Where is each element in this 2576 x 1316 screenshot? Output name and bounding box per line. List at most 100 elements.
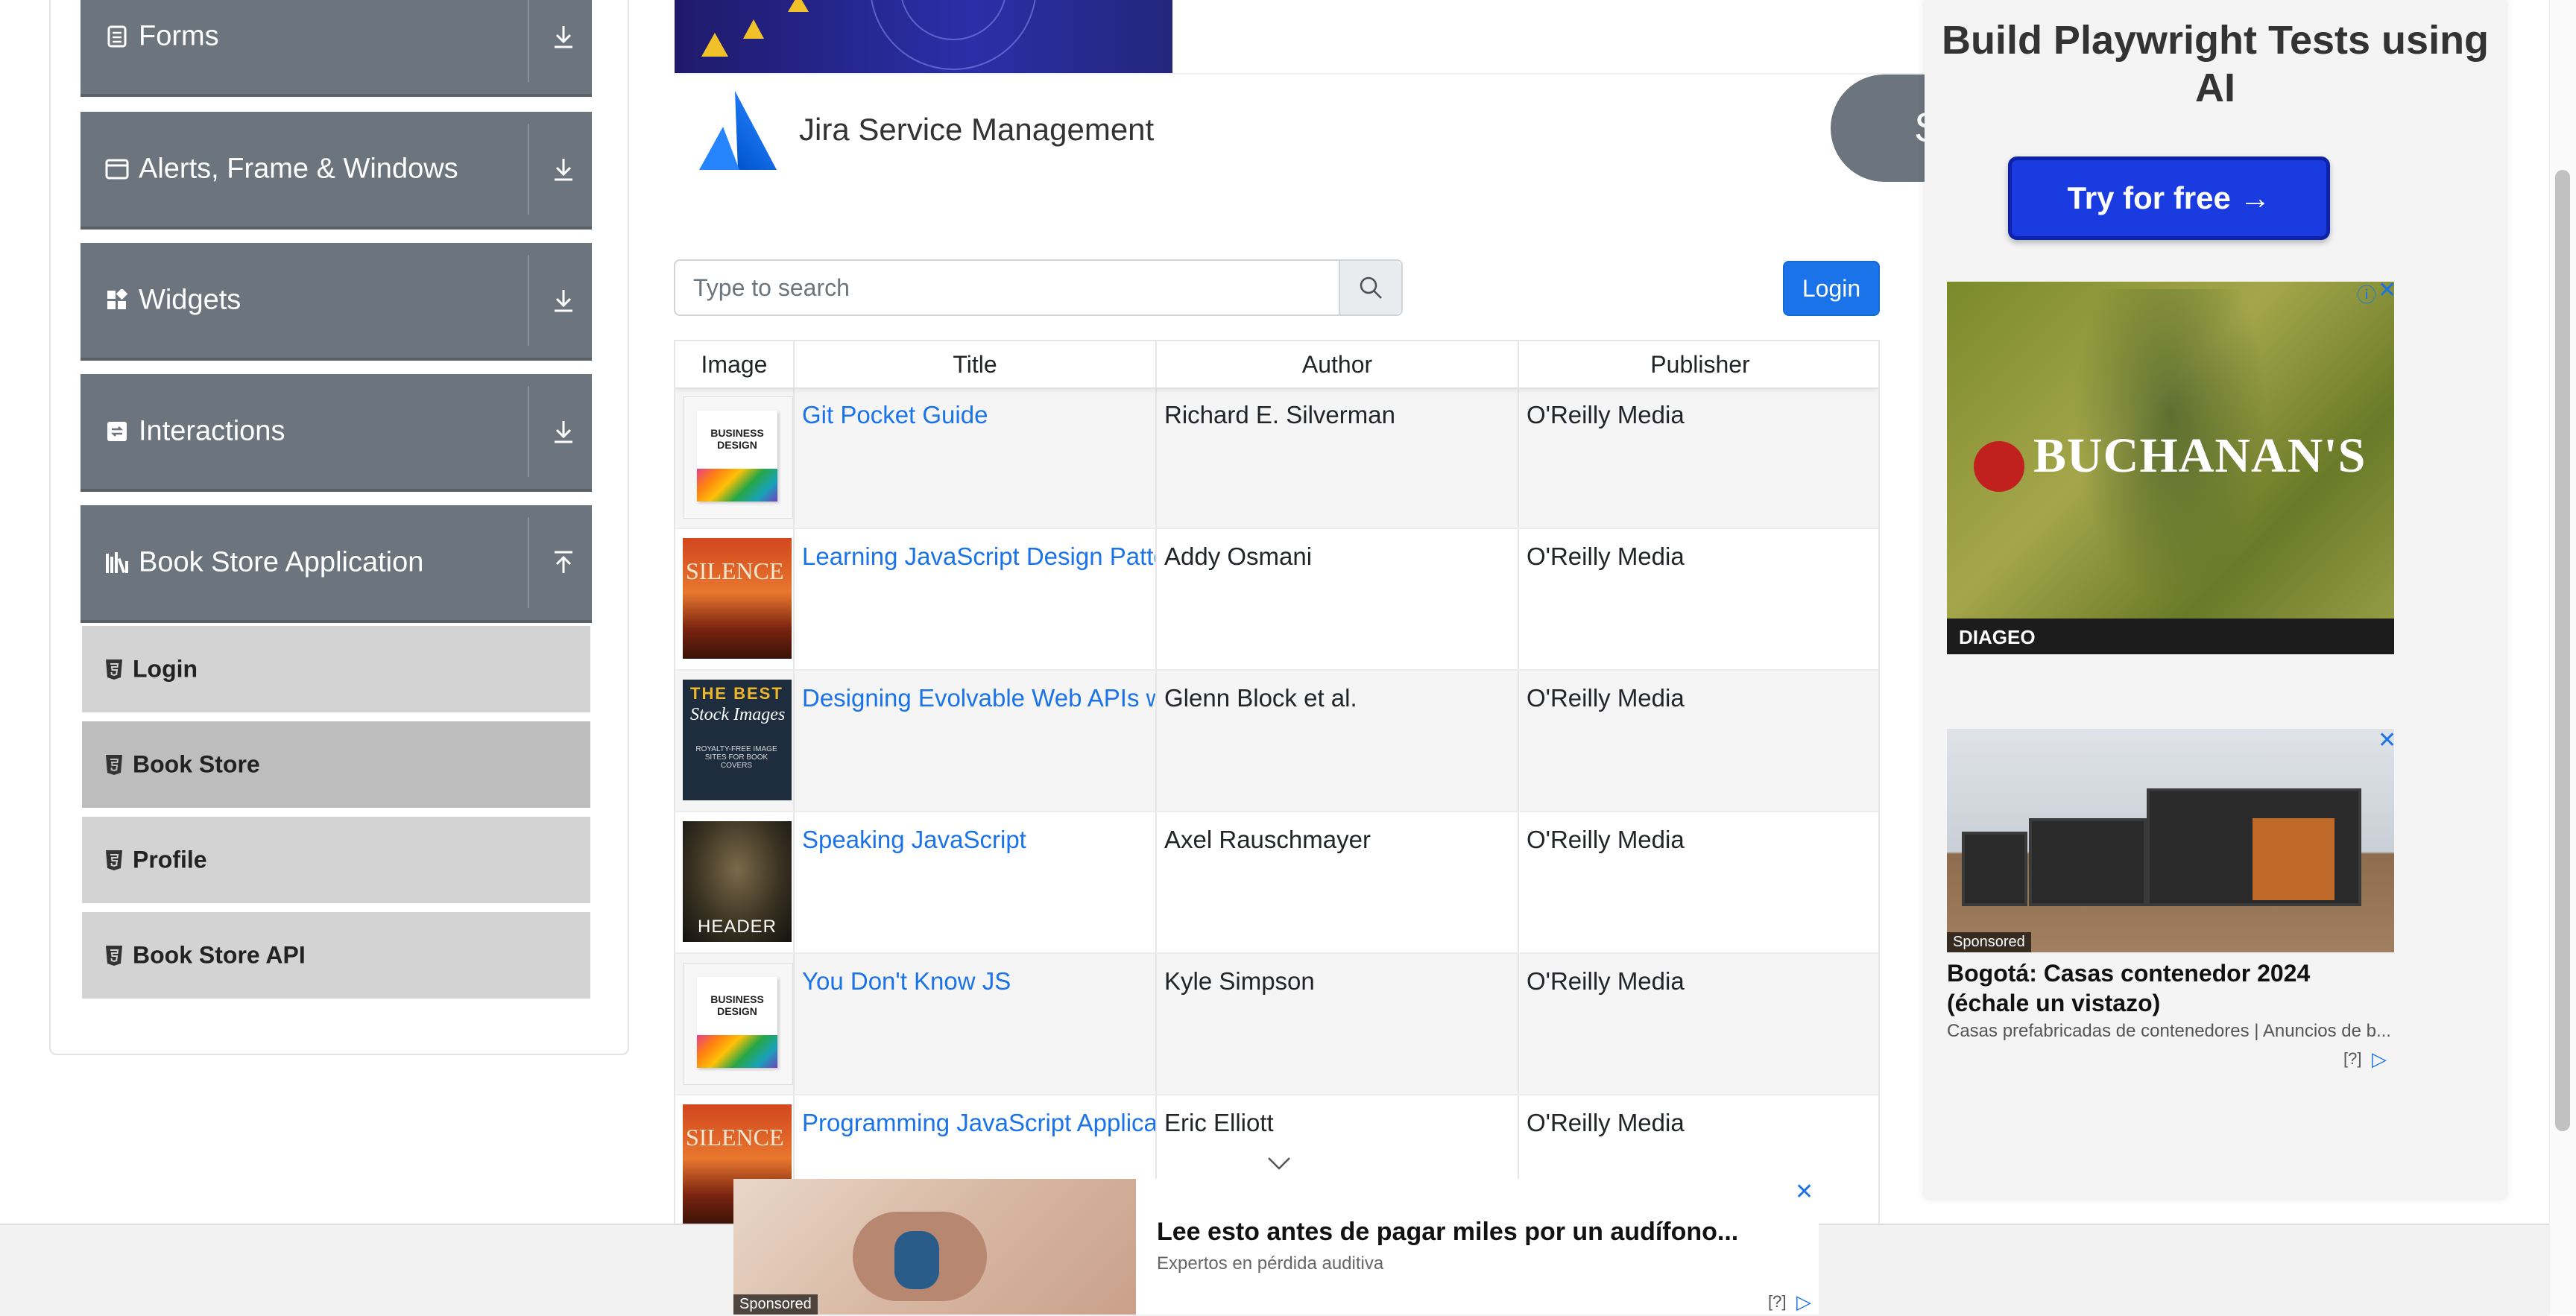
title-cell: Git Pocket Guide bbox=[795, 387, 1157, 528]
sidebar-group-widgets[interactable]: Widgets bbox=[80, 243, 592, 361]
author-cell: Addy Osmani bbox=[1157, 529, 1519, 669]
sidebar-group-interactions[interactable]: Interactions bbox=[80, 374, 592, 492]
book-cover-image: SILENCE bbox=[683, 538, 792, 659]
author-text: Axel Rauschmayer bbox=[1164, 826, 1371, 853]
close-icon[interactable]: ✕ bbox=[2378, 277, 2396, 303]
scrollbar-thumb[interactable] bbox=[2555, 170, 2570, 1131]
download-arrow-icon bbox=[547, 20, 580, 53]
publisher-cell: O'Reilly Media bbox=[1519, 529, 1878, 669]
sidebar-group-alerts[interactable]: Alerts, Frame & Windows bbox=[80, 112, 592, 230]
book-title-link[interactable]: Learning JavaScript Design Patte bbox=[802, 542, 1155, 571]
bottom-ad-title[interactable]: Lee esto antes de pagar miles por un aud… bbox=[1157, 1218, 1738, 1247]
house-ad-title[interactable]: Bogotá: Casas contenedor 2024 (échale un… bbox=[1947, 958, 2394, 1018]
book-cover-image: BUSINESS DESIGN bbox=[683, 396, 793, 519]
column-header-author[interactable]: Author bbox=[1157, 341, 1519, 387]
jira-service-management-logo bbox=[699, 91, 777, 170]
divider bbox=[528, 517, 529, 608]
buchanans-brand: BUCHANAN'S bbox=[2033, 428, 2367, 483]
ad-info-icon[interactable]: ⓘ bbox=[2357, 280, 2376, 308]
try-for-free-button[interactable]: Try for free → bbox=[2008, 156, 2330, 240]
column-header-title[interactable]: Title bbox=[795, 341, 1157, 387]
book-title-link[interactable]: Designing Evolvable Web APIs wi bbox=[802, 684, 1155, 712]
publisher-cell: O'Reilly Media bbox=[1519, 954, 1878, 1094]
author-text: Eric Elliott bbox=[1164, 1109, 1274, 1136]
image-cell: HEADER bbox=[675, 812, 795, 952]
page: Forms Alerts, Frame & Windows Widgets In… bbox=[0, 0, 2576, 1316]
table-row: BUSINESS DESIGN You Don't Know JS Kyle S… bbox=[675, 954, 1878, 1095]
publisher-cell: O'Reilly Media bbox=[1519, 812, 1878, 952]
upload-arrow-icon bbox=[547, 546, 580, 579]
warning-icon bbox=[743, 19, 764, 39]
sidebar-group-label: Widgets bbox=[139, 284, 242, 316]
book-title-link[interactable]: You Don't Know JS bbox=[802, 967, 1011, 996]
sidebar-item-login[interactable]: Login bbox=[82, 626, 590, 717]
adchoices-icon[interactable]: ▷ bbox=[1796, 1291, 1811, 1314]
sidebar-item-label: Profile bbox=[133, 846, 207, 873]
house-ad-subtitle: Casas prefabricadas de contenedores | An… bbox=[1947, 1021, 2391, 1041]
author-text: Glenn Block et al. bbox=[1164, 684, 1357, 712]
download-arrow-icon bbox=[547, 284, 580, 317]
html5-icon bbox=[106, 946, 122, 966]
search-input[interactable] bbox=[675, 261, 1333, 314]
brand-title: Jira Service Management bbox=[799, 112, 1155, 147]
search-button[interactable] bbox=[1339, 261, 1401, 314]
ad-info-label[interactable]: [?] bbox=[2343, 1049, 2361, 1069]
container-house-ad-image[interactable]: Sponsored bbox=[1947, 729, 2394, 952]
table-row: THE BEST Stock Images ROYALTY-FREE IMAGE… bbox=[675, 671, 1878, 812]
sidebar-group-label: Book Store Application bbox=[139, 546, 424, 578]
chevron-down-icon[interactable] bbox=[1264, 1154, 1294, 1173]
forms-icon bbox=[104, 24, 130, 49]
column-header-image[interactable]: Image bbox=[675, 341, 795, 387]
image-cell: BUSINESS DESIGN bbox=[675, 954, 795, 1094]
books-icon bbox=[104, 550, 130, 575]
html5-icon bbox=[106, 850, 122, 870]
sidebar-item-label: Login bbox=[133, 655, 198, 683]
ad-footer: DIAGEO bbox=[1947, 619, 2394, 654]
bottom-ad-subtitle: Expertos en pérdida auditiva bbox=[1157, 1253, 1384, 1274]
close-icon[interactable]: ✕ bbox=[1795, 1179, 1813, 1205]
bottom-sticky-ad[interactable]: Sponsored Lee esto antes de pagar miles … bbox=[733, 1179, 1819, 1315]
sidebar-item-label: Book Store API bbox=[133, 941, 306, 969]
divider bbox=[528, 386, 529, 477]
adchoices-icon[interactable]: ▷ bbox=[2372, 1048, 2387, 1071]
sidebar-group-label: Interactions bbox=[139, 415, 285, 447]
table-row: HEADER Speaking JavaScript Axel Rauschma… bbox=[675, 812, 1878, 954]
book-title-link[interactable]: Speaking JavaScript bbox=[802, 826, 1026, 854]
sponsored-label: Sponsored bbox=[1947, 932, 2031, 952]
column-header-publisher[interactable]: Publisher bbox=[1519, 341, 1878, 387]
sidebar-group-book-store-application[interactable]: Book Store Application bbox=[80, 505, 592, 623]
container-house-graphic bbox=[1962, 832, 2027, 906]
divider bbox=[528, 255, 529, 346]
table-row: SILENCE Learning JavaScript Design Patte… bbox=[675, 529, 1878, 671]
book-cover-image: HEADER bbox=[683, 821, 792, 942]
sidebar-item-book-store-api[interactable]: Book Store API bbox=[82, 912, 590, 1003]
close-icon[interactable]: ✕ bbox=[2378, 727, 2396, 753]
book-title-link[interactable]: Git Pocket Guide bbox=[802, 401, 988, 429]
download-arrow-icon bbox=[547, 153, 580, 186]
author-cell: Glenn Block et al. bbox=[1157, 671, 1519, 811]
hearing-aid-ad-image: Sponsored bbox=[733, 1179, 1136, 1315]
book-title-link[interactable]: Programming JavaScript Applica bbox=[802, 1109, 1155, 1137]
playwright-ad-title: Build Playwright Tests using AI bbox=[1941, 18, 2490, 110]
image-cell: THE BEST Stock Images ROYALTY-FREE IMAGE… bbox=[675, 671, 795, 811]
sidebar-group-forms[interactable]: Forms bbox=[80, 0, 592, 97]
sidebar-group-label: Alerts, Frame & Windows bbox=[139, 153, 458, 185]
ad-info-label[interactable]: [?] bbox=[1768, 1292, 1786, 1312]
widgets-icon bbox=[104, 288, 130, 313]
container-house-graphic bbox=[2029, 818, 2147, 906]
book-cover-image: THE BEST Stock Images ROYALTY-FREE IMAGE… bbox=[683, 680, 792, 800]
publisher-text: O'Reilly Media bbox=[1527, 826, 1685, 853]
publisher-text: O'Reilly Media bbox=[1527, 542, 1685, 570]
sidebar-item-label: Book Store bbox=[133, 750, 260, 778]
login-button[interactable]: Login bbox=[1783, 261, 1880, 316]
divider bbox=[675, 73, 1927, 75]
publisher-text: O'Reilly Media bbox=[1527, 684, 1685, 712]
sidebar-item-profile[interactable]: Profile bbox=[82, 817, 590, 908]
sidebar-item-book-store[interactable]: Book Store bbox=[82, 721, 590, 812]
publisher-cell: O'Reilly Media bbox=[1519, 387, 1878, 528]
buchanans-ad[interactable]: BUCHANAN'S DIAGEO bbox=[1947, 282, 2394, 654]
image-cell: SILENCE bbox=[675, 529, 795, 669]
author-text: Kyle Simpson bbox=[1164, 967, 1315, 995]
book-cover-image: BUSINESS DESIGN bbox=[683, 963, 793, 1085]
top-banner-ad[interactable] bbox=[675, 0, 1172, 73]
